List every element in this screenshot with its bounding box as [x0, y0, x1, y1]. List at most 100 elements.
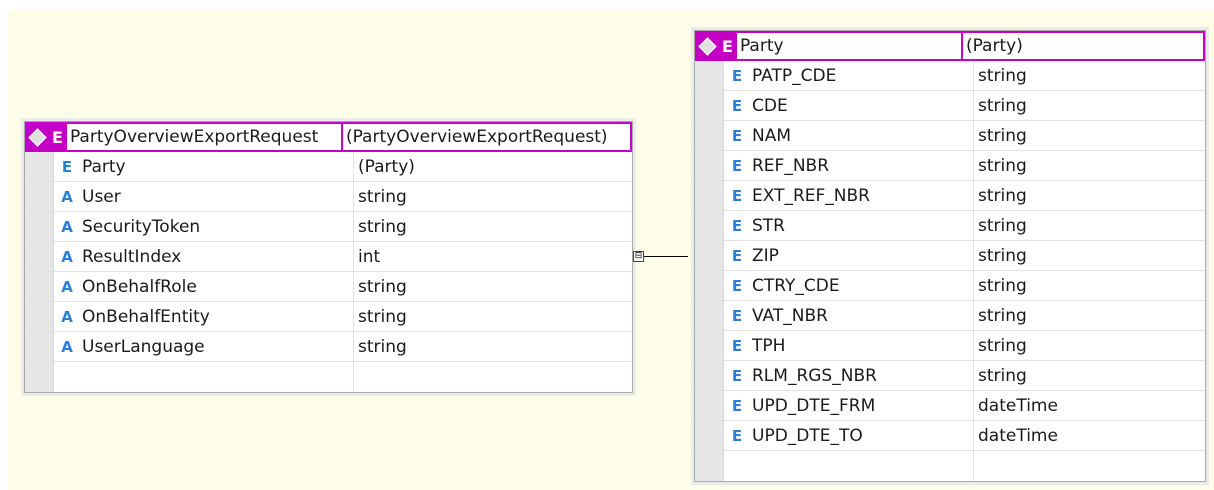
field-row-str[interactable]: E STR string: [695, 211, 1205, 241]
element-icon: E: [731, 66, 743, 85]
attribute-icon: A: [61, 217, 73, 236]
field-row-party[interactable]: E Party (Party): [25, 152, 632, 182]
field-name: CTRY_CDE: [748, 271, 974, 300]
field-row-userlanguage[interactable]: A UserLanguage string: [25, 332, 632, 362]
attribute-icon: A: [61, 307, 73, 326]
row-gutter: [695, 211, 724, 240]
field-name: EXT_REF_NBR: [748, 181, 974, 210]
field-row-nam[interactable]: E NAM string: [695, 121, 1205, 151]
row-gutter: [695, 181, 724, 210]
row-gutter: [25, 212, 54, 241]
node-party[interactable]: E Party (Party) E PATP_CDE string E CDE strin…: [694, 30, 1206, 482]
node-party-overview-export-request[interactable]: E PartyOverviewExportRequest (PartyOverv…: [24, 121, 633, 393]
field-row-ref-nbr[interactable]: E REF_NBR string: [695, 151, 1205, 181]
node-rows: E Party (Party) A User string A SecurityToken st…: [25, 152, 632, 392]
field-name: RLM_RGS_NBR: [748, 361, 974, 390]
field-row-upd-dte-frm[interactable]: E UPD_DTE_FRM dateTime: [695, 391, 1205, 421]
field-name: UPD_DTE_FRM: [748, 391, 974, 420]
field-name: NAM: [748, 121, 974, 150]
field-row-tph[interactable]: E TPH string: [695, 331, 1205, 361]
field-type: string: [358, 306, 407, 327]
field-type: string: [358, 276, 407, 297]
element-icon: E: [731, 96, 743, 115]
node-header[interactable]: E PartyOverviewExportRequest (PartyOverv…: [25, 122, 632, 152]
field-type: dateTime: [978, 395, 1058, 416]
row-gutter: [695, 121, 724, 150]
field-type: string: [978, 215, 1027, 236]
attribute-icon: A: [61, 187, 73, 206]
field-row-cde[interactable]: E CDE string: [695, 91, 1205, 121]
node-rows: E PATP_CDE string E CDE string E NAM string E REF_…: [695, 61, 1205, 481]
field-row-onbehalfrole[interactable]: A OnBehalfRole string: [25, 272, 632, 302]
field-row-user[interactable]: A User string: [25, 182, 632, 212]
field-type: string: [978, 245, 1027, 266]
field-row-ext-ref-nbr[interactable]: E EXT_REF_NBR string: [695, 181, 1205, 211]
field-name: TPH: [748, 331, 974, 360]
field-type: string: [978, 335, 1027, 356]
field-name: OnBehalfEntity: [78, 302, 354, 331]
field-row-patp-cde[interactable]: E PATP_CDE string: [695, 61, 1205, 91]
row-gutter: [695, 61, 724, 90]
field-name: ResultIndex: [78, 242, 354, 271]
node-title: PartyOverviewExportRequest: [66, 124, 343, 150]
field-type: string: [978, 185, 1027, 206]
node-header[interactable]: E Party (Party): [695, 31, 1205, 61]
row-gutter: [695, 361, 724, 390]
row-gutter: [695, 301, 724, 330]
attribute-icon: A: [61, 277, 73, 296]
field-name: [748, 451, 974, 481]
row-gutter: [695, 451, 724, 481]
field-row-ctry-cde[interactable]: E CTRY_CDE string: [695, 271, 1205, 301]
element-icon: E: [731, 186, 743, 205]
field-row-upd-dte-to[interactable]: E UPD_DTE_TO dateTime: [695, 421, 1205, 451]
collapse-toggle-icon[interactable]: ⊟: [633, 251, 644, 262]
element-icon: E: [731, 426, 743, 445]
field-name: User: [78, 182, 354, 211]
field-type: string: [358, 186, 407, 207]
element-icon: E: [731, 366, 743, 385]
element-icon: E: [731, 336, 743, 355]
diamond-icon: [28, 127, 47, 147]
field-type: string: [358, 336, 407, 357]
element-icon: E: [731, 246, 743, 265]
element-icon: E: [61, 157, 73, 176]
node-type: (Party): [962, 33, 1203, 59]
field-type: [354, 362, 632, 392]
field-name: [78, 362, 354, 392]
field-row-rlm-rgs-nbr[interactable]: E RLM_RGS_NBR string: [695, 361, 1205, 391]
row-gutter: [25, 302, 54, 331]
node-title: Party: [736, 33, 963, 59]
diamond-icon: [698, 36, 717, 56]
element-icon: E: [731, 156, 743, 175]
field-name: OnBehalfRole: [78, 272, 354, 301]
field-type: dateTime: [978, 425, 1058, 446]
element-icon: E: [722, 36, 733, 56]
field-name: UPD_DTE_TO: [748, 421, 974, 450]
node-type: (PartyOverviewExportRequest): [342, 124, 630, 150]
field-type: [974, 451, 1205, 481]
row-gutter: [695, 391, 724, 420]
field-name: REF_NBR: [748, 151, 974, 180]
element-icon: E: [52, 127, 63, 147]
empty-row[interactable]: [695, 451, 1205, 481]
empty-row[interactable]: [25, 362, 632, 392]
field-type: string: [358, 216, 407, 237]
field-row-onbehalfentity[interactable]: A OnBehalfEntity string: [25, 302, 632, 332]
field-row-securitytoken[interactable]: A SecurityToken string: [25, 212, 632, 242]
kind-cell: [54, 362, 78, 392]
field-name: VAT_NBR: [748, 301, 974, 330]
element-icon: E: [731, 216, 743, 235]
row-gutter: [695, 271, 724, 300]
field-name: Party: [78, 152, 354, 181]
field-name: ZIP: [748, 241, 974, 270]
field-row-vat-nbr[interactable]: E VAT_NBR string: [695, 301, 1205, 331]
kind-cell: [724, 451, 748, 481]
field-row-resultindex[interactable]: A ResultIndex int: [25, 242, 632, 272]
field-name: STR: [748, 211, 974, 240]
row-gutter: [25, 362, 54, 392]
row-gutter: [25, 152, 54, 181]
field-row-zip[interactable]: E ZIP string: [695, 241, 1205, 271]
field-name: SecurityToken: [78, 212, 354, 241]
element-icon: E: [731, 396, 743, 415]
field-type: string: [978, 125, 1027, 146]
